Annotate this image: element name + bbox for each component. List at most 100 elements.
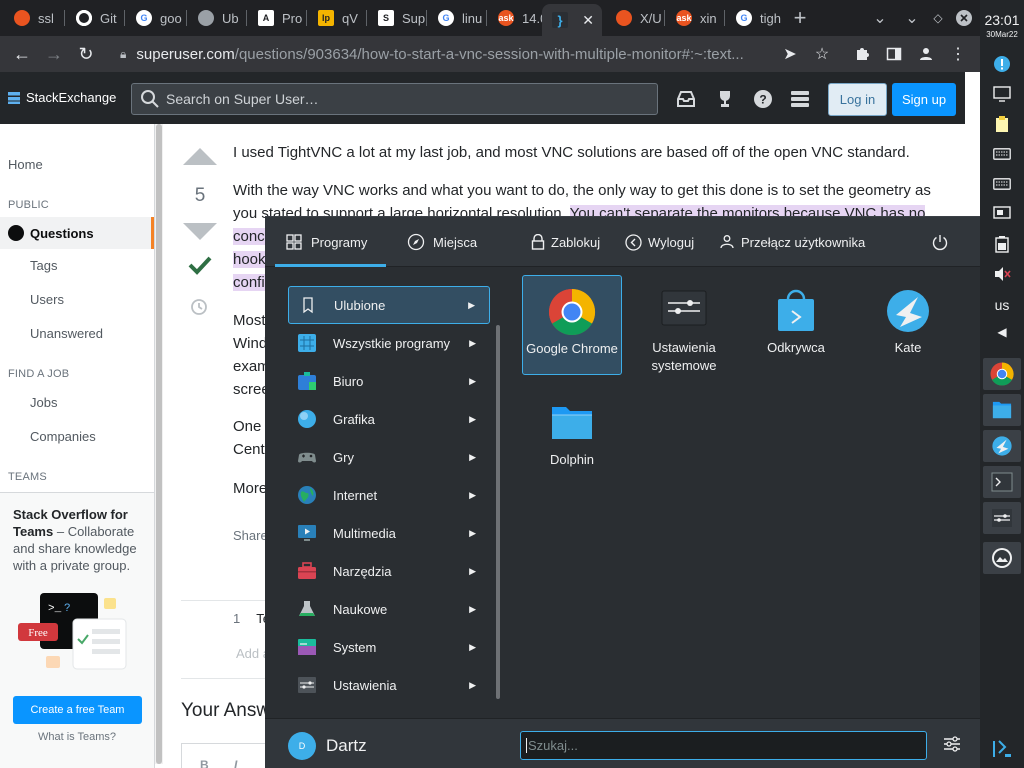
logout-button[interactable]: Wyloguj (625, 217, 694, 267)
history-icon[interactable] (190, 298, 208, 316)
category-office[interactable]: Biuro ▶ (288, 362, 490, 400)
category-scrollbar[interactable] (496, 325, 500, 699)
task-dolphin[interactable] (983, 394, 1021, 426)
app-dolphin[interactable]: Dolphin (522, 387, 622, 487)
notifications-icon[interactable] (990, 52, 1014, 76)
browser-tab-active[interactable]: } ✕ (542, 4, 602, 36)
nav-companies[interactable]: Companies (30, 429, 96, 444)
avatar[interactable]: D (288, 732, 316, 760)
category-tools[interactable]: Narzędzia ▶ (288, 552, 490, 590)
minimize-icon[interactable]: ⌄ (900, 6, 924, 30)
create-team-button[interactable]: Create a free Team (13, 696, 142, 724)
back-arrow-icon[interactable]: ← (8, 40, 36, 68)
browser-tab[interactable]: lp qV (308, 4, 366, 32)
power-button[interactable] (931, 217, 955, 267)
site-search-input[interactable]: Search on Super User… (131, 83, 658, 115)
launcher-search-input[interactable]: Szukaj... (520, 731, 927, 760)
nav-unanswered[interactable]: Unanswered (30, 326, 103, 341)
browser-tab[interactable]: ask xin (666, 4, 724, 32)
category-all-programs[interactable]: Wszystkie programy ▶ (288, 324, 490, 362)
vote-up-arrow-icon[interactable] (183, 148, 217, 165)
nav-users[interactable]: Users (30, 292, 64, 307)
browser-tab[interactable]: G tigh (726, 4, 784, 32)
browser-tab[interactable]: G linu (428, 4, 486, 32)
italic-button[interactable]: I (234, 758, 237, 768)
close-tab-icon[interactable]: ✕ (582, 12, 594, 29)
kde-connect-icon[interactable] (990, 202, 1014, 226)
category-games[interactable]: Gry ▶ (288, 438, 490, 476)
browser-tab[interactable]: ask 14.0 (488, 4, 546, 32)
keyboard-icon[interactable] (990, 172, 1014, 196)
switch-user-button[interactable]: Przełącz użytkownika (719, 217, 865, 267)
task-system-settings[interactable] (983, 502, 1021, 534)
reload-icon[interactable]: ↻ (72, 40, 100, 68)
category-system[interactable]: System ▶ (288, 628, 490, 666)
side-panel-icon[interactable] (880, 40, 908, 68)
nav-jobs[interactable]: Jobs (30, 395, 57, 410)
teams-promo: Stack Overflow for Teams – Collaborate a… (0, 492, 154, 768)
display-configuration-icon[interactable] (990, 82, 1014, 106)
stackexchange-logo[interactable]: StackExchange (8, 90, 116, 105)
bookmark-star-icon[interactable]: ☆ (808, 40, 836, 68)
close-window-icon[interactable] (952, 6, 976, 30)
category-multimedia[interactable]: Multimedia ▶ (288, 514, 490, 552)
configure-filter-icon[interactable] (942, 734, 962, 754)
signup-button[interactable]: Sign up (892, 83, 956, 116)
profile-icon[interactable] (912, 40, 940, 68)
tab-search-icon[interactable]: ⌄ (868, 6, 892, 30)
task-kate[interactable] (983, 430, 1021, 462)
maximize-icon[interactable]: ◇ (926, 6, 950, 30)
site-switcher-icon[interactable] (790, 89, 810, 109)
extensions-puzzle-icon[interactable] (848, 40, 876, 68)
nav-home[interactable]: Home (8, 157, 43, 172)
application-launcher-button[interactable] (990, 736, 1014, 760)
app-kate[interactable]: Kate (858, 275, 958, 375)
menu-kebab-icon[interactable]: ⋮ (944, 40, 972, 68)
browser-tab[interactable]: A Pro (248, 4, 306, 32)
vote-down-arrow-icon[interactable] (183, 223, 217, 240)
volume-muted-icon[interactable] (990, 262, 1014, 286)
category-settings[interactable]: Ustawienia ▶ (288, 666, 490, 704)
keyboard-layout[interactable]: us (990, 293, 1014, 317)
sidebar-scrollbar[interactable] (155, 124, 163, 764)
what-is-teams-link[interactable]: What is Teams? (0, 731, 154, 743)
app-google-chrome[interactable]: Google Chrome (522, 275, 622, 375)
keyboard-icon[interactable] (990, 142, 1014, 166)
nav-tags[interactable]: Tags (30, 258, 57, 273)
tab-programs[interactable]: Programy (285, 217, 367, 267)
bold-button[interactable]: B (200, 758, 209, 768)
app-system-settings[interactable]: Ustawienia systemowe (634, 275, 734, 375)
browser-tab[interactable]: Git (66, 4, 124, 32)
achievements-trophy-icon[interactable] (715, 89, 735, 109)
category-internet[interactable]: Internet ▶ (288, 476, 490, 514)
nav-questions[interactable]: Questions (0, 217, 154, 249)
send-tab-icon[interactable]: ➤ (776, 40, 804, 68)
battery-icon[interactable] (990, 232, 1014, 256)
browser-tab[interactable]: X/U (606, 4, 664, 32)
clipboard-notes-icon[interactable] (990, 112, 1014, 136)
clock-time[interactable]: 23:01 (980, 12, 1024, 28)
scrollbar-thumb[interactable] (156, 124, 162, 764)
forward-arrow-icon[interactable]: → (40, 40, 68, 68)
browser-tab[interactable]: Ub (188, 4, 246, 32)
inbox-icon[interactable] (676, 89, 696, 109)
browser-tab[interactable]: S Sup (368, 4, 426, 32)
category-favorites[interactable]: Ulubione ▶ (288, 286, 490, 324)
new-tab-button[interactable]: + (788, 5, 812, 30)
category-science[interactable]: Naukowe ▶ (288, 590, 490, 628)
app-discover[interactable]: Odkrywca (746, 275, 846, 375)
help-icon[interactable]: ? (753, 89, 773, 109)
task-google-chrome[interactable] (983, 358, 1021, 390)
browser-tab[interactable]: G goo (126, 4, 186, 32)
task-konsole[interactable] (983, 466, 1021, 498)
browser-tab[interactable]: ssl (4, 4, 64, 32)
address-bar[interactable]: 🔒︎ superuser.com/questions/903634/how-to… (110, 40, 780, 68)
tab-places[interactable]: Miejsca (407, 217, 477, 267)
grid-icon (298, 334, 316, 352)
lock-screen-button[interactable]: Zablokuj (531, 217, 600, 267)
tray-expand-arrow-icon[interactable]: ◀ (990, 320, 1014, 344)
section-divider (181, 678, 271, 679)
login-button[interactable]: Log in (828, 83, 887, 116)
task-spectacle[interactable] (983, 542, 1021, 574)
category-graphics[interactable]: Grafika ▶ (288, 400, 490, 438)
